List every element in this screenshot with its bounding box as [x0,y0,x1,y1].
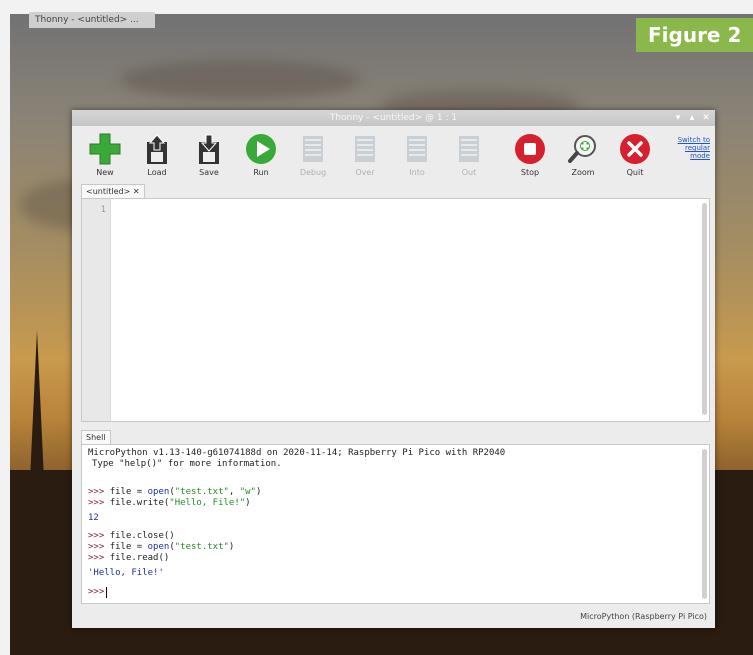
into-label: Into [409,168,425,177]
step-into-icon [400,132,434,166]
zoom-button[interactable]: Zoom [558,132,608,184]
shell-banner-line1: MicroPython v1.13-140-g61074188d on 2020… [88,448,506,458]
window-titlebar[interactable]: Thonny - <untitled> @ 1 : 1 ▾ ▴ ✕ [72,110,715,126]
shell-tab-label: Shell [86,433,106,442]
tab-close-icon[interactable]: ✕ [133,187,140,196]
shell-input-line: >>> file = open("test.txt") [88,542,235,552]
shell-input-line: >>> file = open("test.txt", "w") [88,487,262,497]
shell-input-line: >>> file.write("Hello, File!") [88,498,251,508]
line-number-gutter: 1 [82,199,111,421]
shell-scrollbar[interactable] [702,449,707,599]
shell-input-line: >>> file.close() [88,531,175,541]
text-cursor [106,587,107,598]
debug-icon [296,132,330,166]
zoom-icon [566,132,600,166]
figure-label: Figure 2 [636,18,753,52]
save-icon [192,132,226,166]
taskbar-window-button[interactable]: Thonny - <untitled> ... [29,12,155,28]
debug-label: Debug [299,168,327,177]
screen-left-edge [0,0,10,655]
new-file-icon [88,132,122,166]
run-label: Run [253,168,269,177]
run-icon [244,132,278,166]
stop-button[interactable]: Stop [505,132,555,184]
shell-output-line: 'Hello, File!' [88,568,164,578]
zoom-label: Zoom [571,168,595,177]
interpreter-selector[interactable]: MicroPython (Raspberry Pi Pico) [580,612,707,621]
step-out-icon [452,132,486,166]
switch-link-line3: mode [690,152,710,160]
load-label: Load [147,168,167,177]
load-icon [140,132,174,166]
step-over-button[interactable]: Over [340,132,390,184]
run-button[interactable]: Run [236,132,286,184]
switch-link-line2: regular [684,144,710,152]
quit-label: Quit [626,168,644,177]
minimize-icon[interactable]: ▾ [672,110,684,126]
editor-tab-label: <untitled> [86,187,131,196]
shell-tab[interactable]: Shell [81,430,111,445]
quit-button[interactable]: Quit [610,132,660,184]
over-label: Over [355,168,375,177]
step-over-icon [348,132,382,166]
switch-link-line1: Switch to [677,136,710,144]
shell-current-prompt: >>> [88,587,105,597]
save-button[interactable]: Save [184,132,234,184]
code-editor[interactable]: 1 [81,198,710,422]
editor-scrollbar[interactable] [702,203,707,415]
out-label: Out [461,168,477,177]
editor-tab-untitled[interactable]: <untitled> ✕ [81,184,145,199]
save-label: Save [199,168,219,177]
load-button[interactable]: Load [132,132,182,184]
new-button[interactable]: New [80,132,130,184]
switch-to-regular-mode-link[interactable]: Switch to regular mode [670,136,710,160]
step-out-button[interactable]: Out [444,132,494,184]
shell-output-line: 12 [88,513,99,523]
stop-icon [513,132,547,166]
quit-icon [618,132,652,166]
shell-banner-line2: Type "help()" for more information. [92,459,282,469]
status-bar: MicroPython (Raspberry Pi Pico) [72,606,715,626]
window-title: Thonny - <untitled> @ 1 : 1 [329,113,458,123]
step-into-button[interactable]: Into [392,132,442,184]
debug-button[interactable]: Debug [288,132,338,184]
stop-label: Stop [520,168,540,177]
thonny-window: Thonny - <untitled> @ 1 : 1 ▾ ▴ ✕ New Lo… [72,110,715,628]
line-number: 1 [100,205,106,215]
toolbar: New Load Save Run Debug Over Into Out St… [72,126,715,184]
close-icon[interactable]: ✕ [700,110,712,126]
shell-input-line: >>> file.read() [88,553,170,563]
maximize-icon[interactable]: ▴ [686,110,698,126]
shell-console[interactable]: MicroPython v1.13-140-g61074188d on 2020… [81,444,710,604]
new-label: New [96,168,114,177]
